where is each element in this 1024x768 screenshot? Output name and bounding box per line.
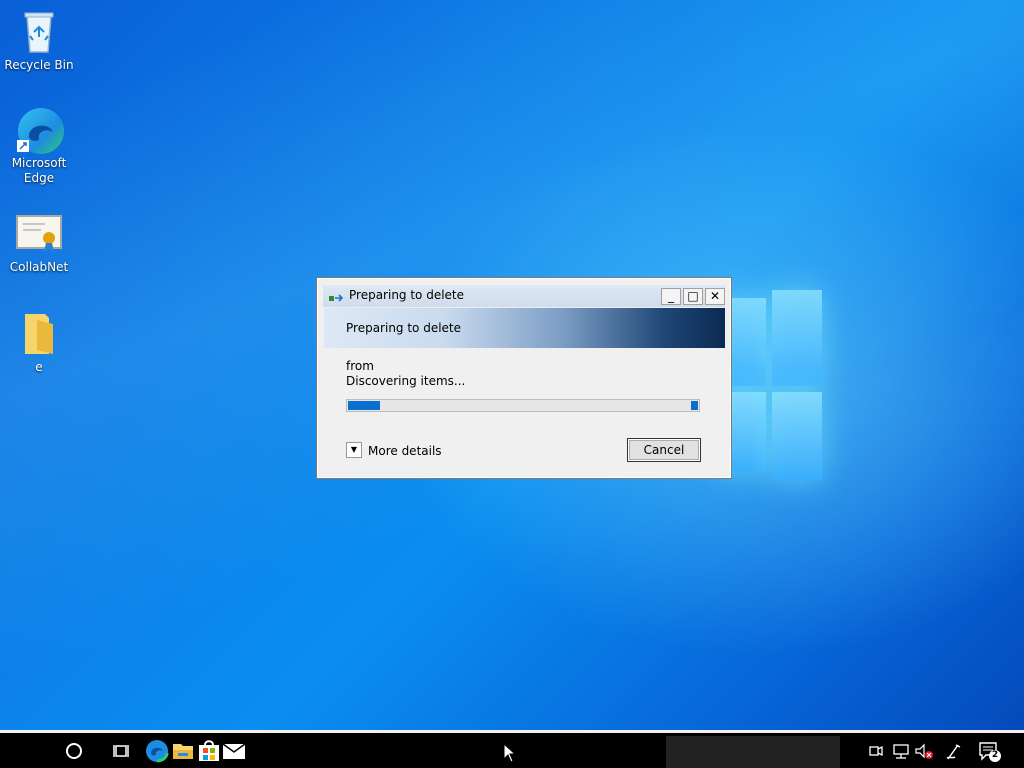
close-button[interactable]: ✕	[705, 288, 725, 305]
desktop-icon-label: Recycle Bin	[4, 58, 74, 72]
edge-icon[interactable]	[145, 739, 169, 763]
folder-icon	[15, 310, 63, 358]
dialog-title: Preparing to delete	[349, 288, 465, 302]
progress-fill	[348, 401, 380, 410]
edge-icon	[15, 106, 64, 154]
dialog-banner: Preparing to delete	[324, 308, 725, 348]
file-explorer-icon[interactable]	[172, 739, 194, 763]
progress-marquee-end	[691, 401, 698, 410]
certificate-icon	[15, 210, 63, 258]
maximize-button[interactable]: □	[683, 288, 703, 305]
desktop-icon-label: e	[35, 360, 43, 374]
more-details-label[interactable]: More details	[368, 444, 442, 458]
task-view-icon[interactable]	[112, 739, 132, 763]
desktop-icon-collabnet[interactable]: CollabNet	[1, 210, 77, 275]
network-icon[interactable]	[892, 739, 910, 763]
notification-count-badge: 2	[991, 750, 999, 760]
notifications-icon[interactable]: 2	[978, 739, 1002, 763]
minimize-button[interactable]: _	[661, 288, 681, 305]
delete-progress-dialog: Preparing to delete _ □ ✕ Preparing to d…	[316, 277, 732, 479]
banner-title: Preparing to delete	[346, 321, 462, 335]
more-details-toggle[interactable]: ▼	[346, 442, 362, 458]
cancel-button[interactable]: Cancel	[627, 438, 701, 462]
chevron-down-icon: ▼	[350, 445, 358, 454]
store-icon[interactable]	[198, 739, 220, 763]
recycle-bin-icon	[15, 8, 63, 56]
cortana-icon[interactable]	[64, 739, 84, 763]
volume-muted-icon[interactable]	[914, 739, 934, 763]
progress-bar	[346, 399, 700, 412]
desktop-icon-label: Microsoft Edge	[11, 156, 67, 185]
meet-now-icon[interactable]	[868, 739, 884, 763]
pen-icon[interactable]	[944, 739, 962, 763]
maximize-icon: □	[687, 289, 699, 303]
dialog-titlebar[interactable]: Preparing to delete _ □ ✕	[323, 285, 725, 307]
mail-icon[interactable]	[222, 739, 246, 763]
close-icon: ✕	[709, 289, 721, 303]
mouse-cursor	[503, 742, 517, 763]
status-text: Discovering items...	[346, 374, 466, 388]
minimize-icon: _	[668, 289, 674, 303]
taskbar-search-area[interactable]	[666, 736, 840, 768]
desktop-icon-microsoft-edge[interactable]: Microsoft Edge	[1, 106, 77, 186]
recycle-move-icon	[329, 290, 344, 302]
from-label: from	[346, 359, 374, 373]
desktop-icon-folder-e[interactable]: e	[1, 310, 77, 375]
desktop-icon-recycle-bin[interactable]: Recycle Bin	[1, 8, 77, 73]
desktop-icon-label: CollabNet	[9, 260, 69, 274]
